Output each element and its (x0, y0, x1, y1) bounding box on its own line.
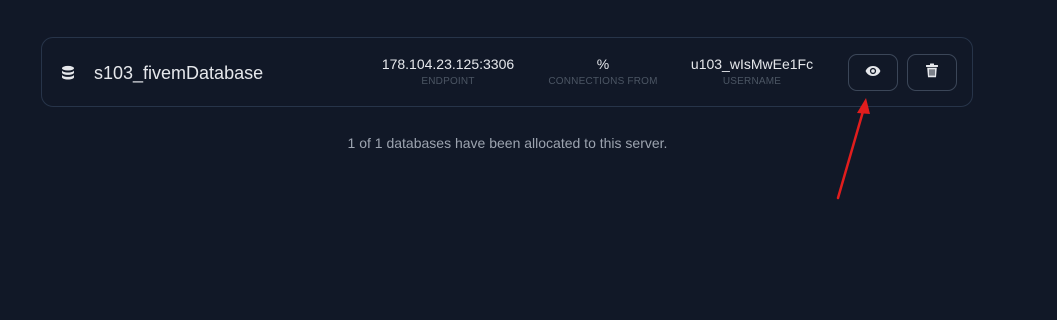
connections-from-stat: % CONNECTIONS FROM (528, 55, 678, 88)
endpoint-value: 178.104.23.125:3306 (381, 56, 515, 72)
endpoint-label: ENDPOINT (421, 76, 475, 87)
eye-icon (865, 64, 881, 82)
connections-from-label: CONNECTIONS FROM (548, 76, 658, 87)
database-name: s103_fivemDatabase (94, 63, 264, 83)
view-button[interactable] (848, 54, 898, 91)
username-stat: u103_wIsMwEe1Fc USERNAME (677, 55, 827, 88)
database-card: s103_fivemDatabase 178.104.23.125:3306 E… (41, 37, 973, 107)
allocation-summary: 1 of 1 databases have been allocated to … (347, 135, 668, 151)
username-label: USERNAME (722, 76, 782, 87)
connections-from-value: % (596, 56, 610, 72)
endpoint-stat: 178.104.23.125:3306 ENDPOINT (373, 55, 523, 88)
trash-icon (925, 63, 939, 83)
database-icon (60, 65, 76, 81)
delete-button[interactable] (907, 54, 957, 91)
username-value: u103_wIsMwEe1Fc (690, 56, 814, 72)
